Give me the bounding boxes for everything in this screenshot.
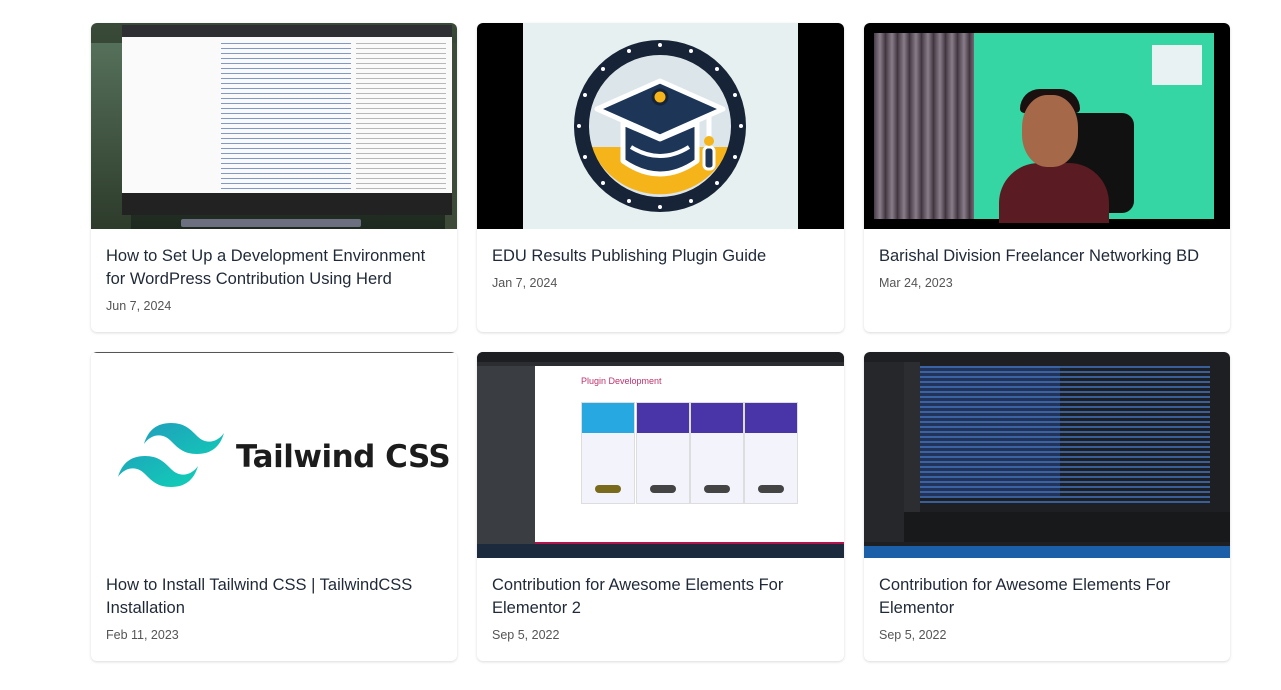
- post-card[interactable]: Plugin Development Contribution for Awes…: [477, 352, 844, 661]
- post-date: Sep 5, 2022: [492, 628, 560, 642]
- post-thumbnail[interactable]: Plugin Development: [477, 352, 844, 558]
- tailwind-logo-text: Tailwind CSS: [236, 439, 451, 475]
- post-date: Jun 7, 2024: [106, 299, 172, 313]
- post-title[interactable]: Contribution for Awesome Elements For El…: [879, 574, 1216, 620]
- post-thumbnail[interactable]: Tailwind CSS: [91, 352, 457, 558]
- post-card[interactable]: Barishal Division Freelancer Networking …: [864, 23, 1230, 332]
- post-card[interactable]: Contribution for Awesome Elements For El…: [864, 352, 1230, 661]
- post-thumbnail[interactable]: [477, 23, 844, 229]
- post-date: Feb 11, 2023: [106, 628, 179, 642]
- post-card[interactable]: Tailwind CSS How to Install Tailwind CSS…: [91, 352, 457, 661]
- tailwind-logo-icon: [118, 423, 224, 487]
- post-thumbnail[interactable]: [864, 352, 1230, 558]
- post-thumbnail[interactable]: [91, 23, 457, 229]
- post-title[interactable]: How to Install Tailwind CSS | TailwindCS…: [106, 574, 443, 620]
- post-title[interactable]: Contribution for Awesome Elements For El…: [492, 574, 830, 620]
- graduation-cap-logo-icon: [574, 40, 746, 212]
- post-date: Sep 5, 2022: [879, 628, 947, 642]
- plugin-dev-heading: Plugin Development: [581, 376, 662, 386]
- post-title[interactable]: EDU Results Publishing Plugin Guide: [492, 245, 830, 268]
- post-date: Jan 7, 2024: [492, 276, 558, 290]
- post-thumbnail[interactable]: [864, 23, 1230, 229]
- post-grid: How to Set Up a Development Environment …: [91, 23, 1230, 661]
- post-date: Mar 24, 2023: [879, 276, 953, 290]
- post-card[interactable]: How to Set Up a Development Environment …: [91, 23, 457, 332]
- post-title[interactable]: How to Set Up a Development Environment …: [106, 245, 443, 291]
- post-title[interactable]: Barishal Division Freelancer Networking …: [879, 245, 1216, 268]
- post-card[interactable]: EDU Results Publishing Plugin Guide Jan …: [477, 23, 844, 332]
